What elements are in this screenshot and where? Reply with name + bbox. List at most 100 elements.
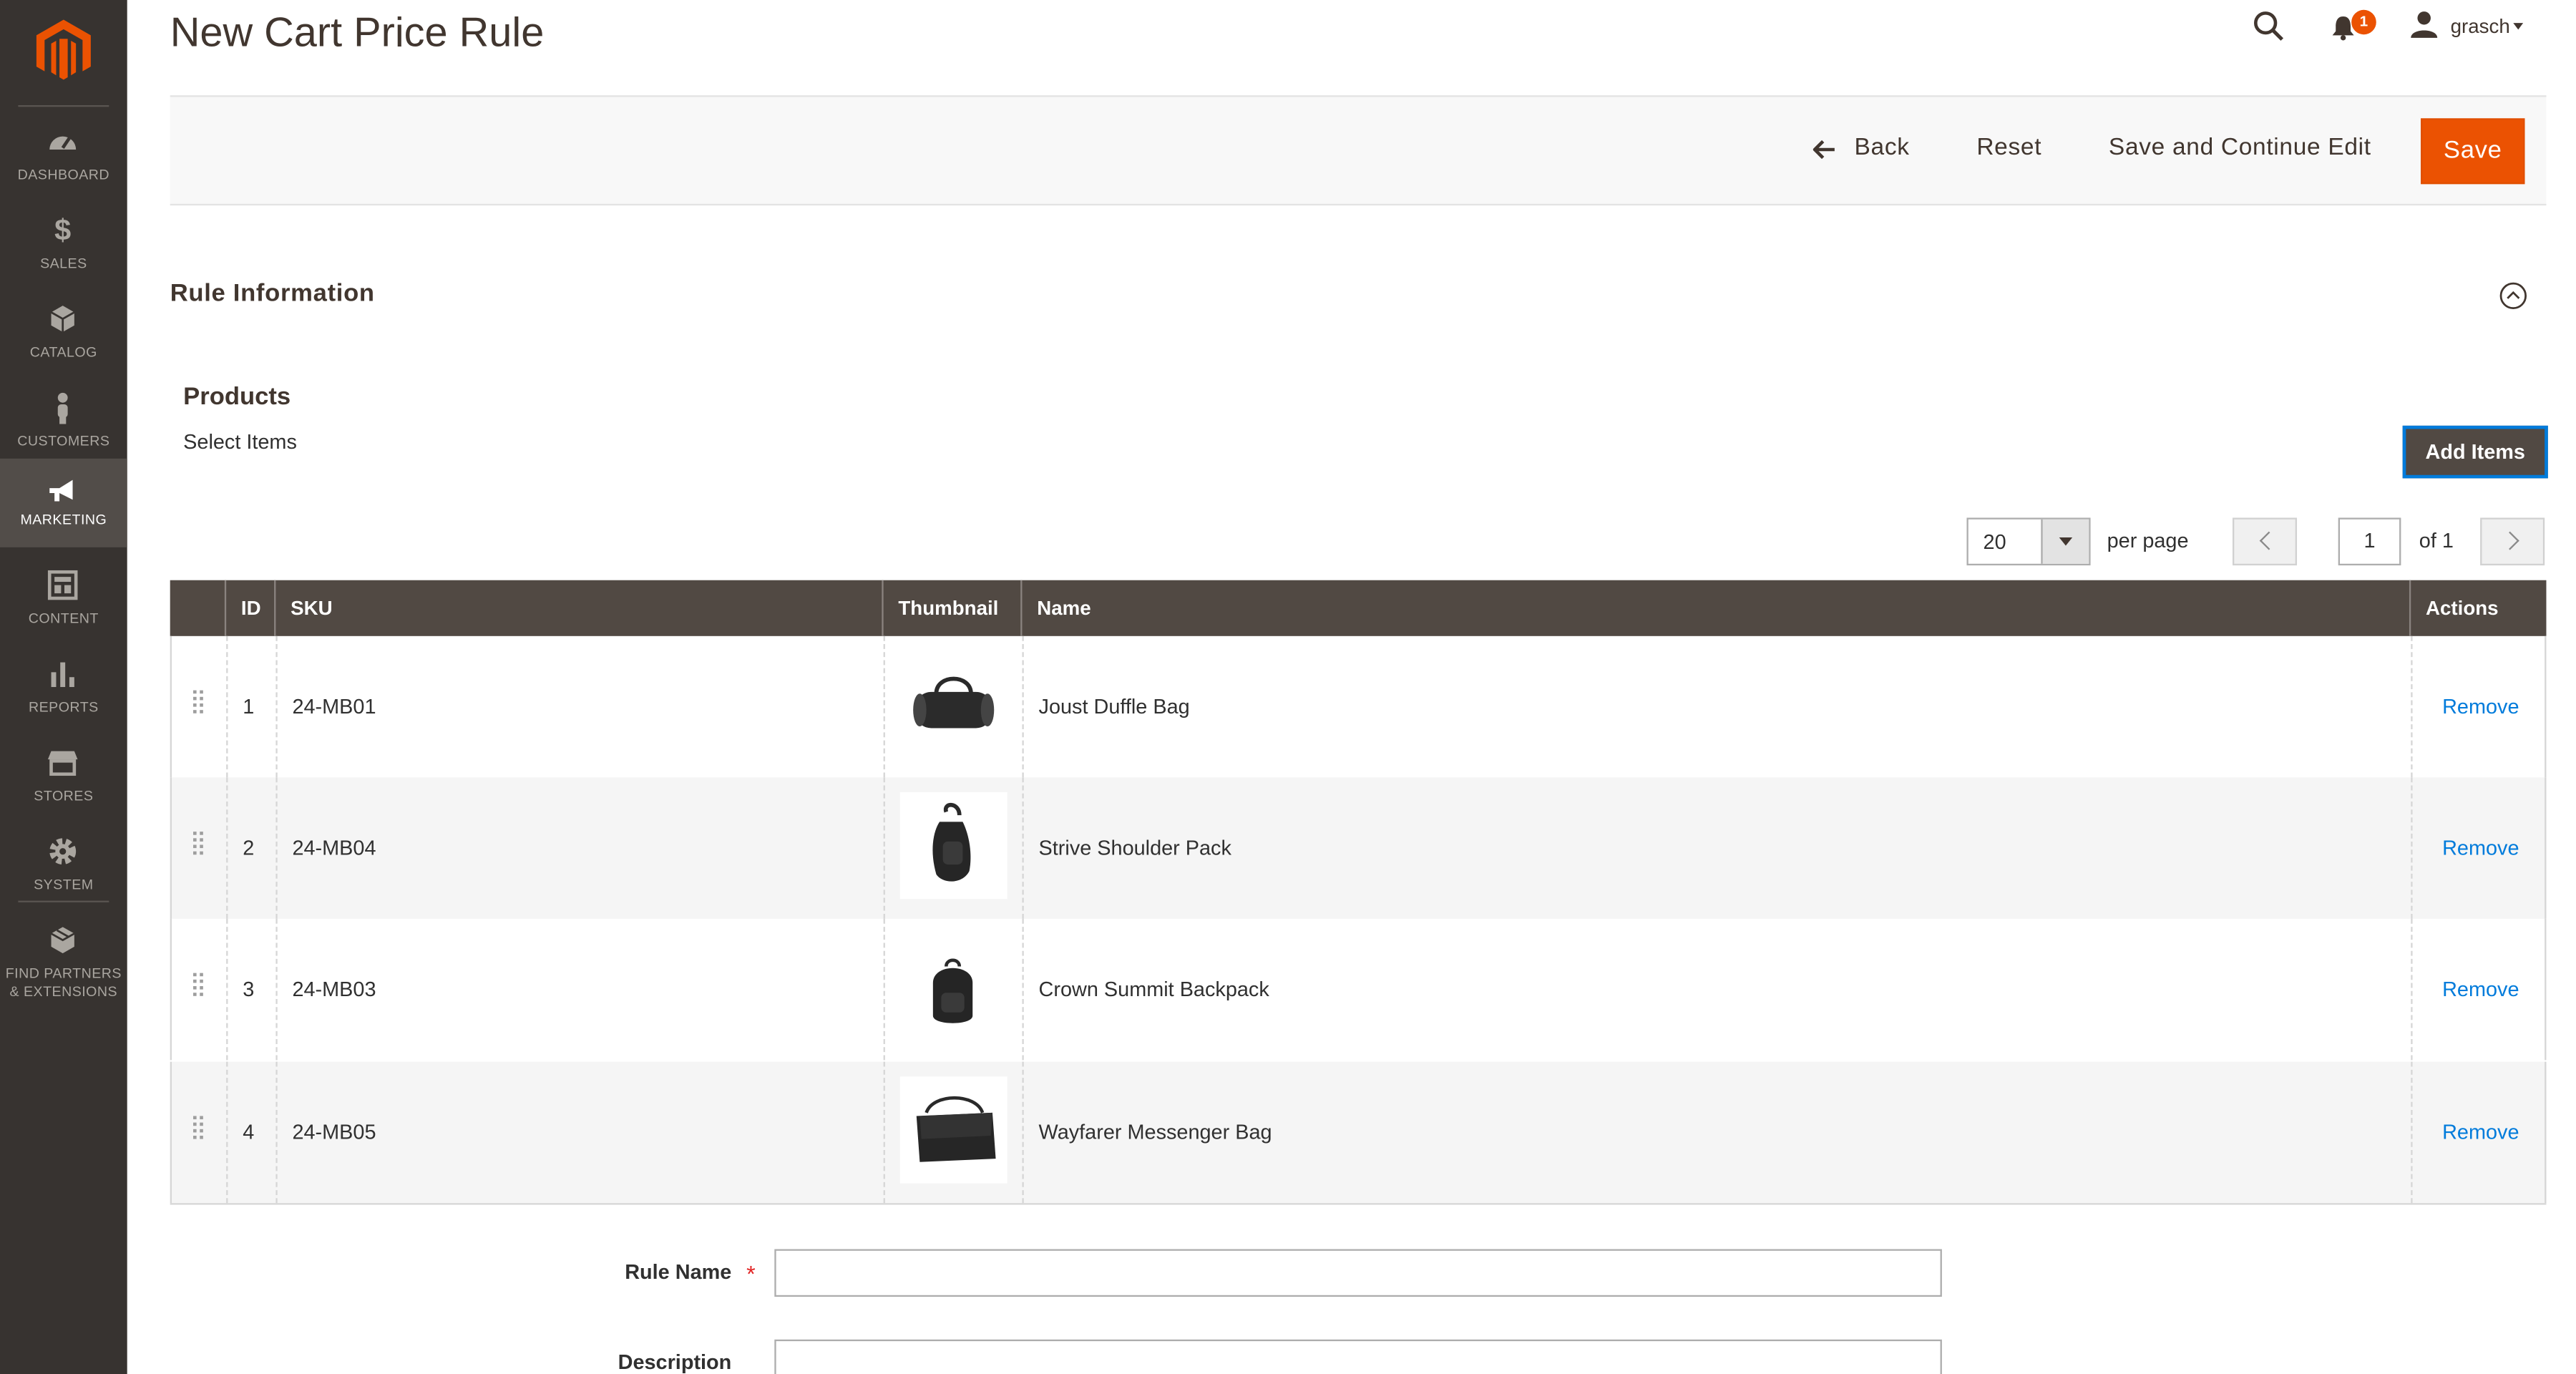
table-row: 1 24-MB01 Joust Duffle Bag Remove (170, 635, 2547, 778)
row-name: Joust Duffle Bag (1038, 695, 1190, 718)
back-button[interactable]: Back (1855, 135, 1910, 161)
column-header-sku[interactable]: SKU (291, 597, 332, 620)
sidebar-item-label: SYSTEM (34, 876, 94, 893)
column-header-name[interactable]: Name (1037, 597, 1091, 620)
row-sku: 24-MB03 (292, 978, 376, 1001)
user-menu[interactable]: grasch (2451, 15, 2510, 38)
row-id: 4 (243, 1121, 255, 1144)
shoulder-pack-image (899, 792, 1008, 900)
drag-handle-icon[interactable] (193, 832, 206, 858)
column-divider (1020, 580, 1023, 636)
rule-name-label: Rule Name (625, 1260, 732, 1284)
sidebar-item-label: CATALOG (29, 344, 97, 360)
sidebar-item-label: SALES (40, 254, 87, 271)
row-id: 2 (243, 837, 255, 860)
sidebar-item-sales[interactable]: $ SALES (0, 204, 127, 293)
column-divider (274, 580, 276, 636)
bar-chart-icon (51, 662, 74, 688)
layout-icon (47, 570, 78, 600)
row-name: Wayfarer Messenger Bag (1038, 1121, 1272, 1144)
dollar-icon: $ (54, 213, 72, 247)
sidebar-item-content[interactable]: CONTENT (0, 559, 127, 648)
grid-header: ID SKU Thumbnail Name Actions (170, 580, 2547, 636)
table-bottom-border (170, 1203, 2547, 1205)
column-divider (882, 580, 884, 636)
save-and-continue-button[interactable]: Save and Continue Edit (2109, 135, 2371, 161)
chevron-down-icon[interactable] (2513, 23, 2524, 30)
chevron-right-icon (2500, 531, 2519, 550)
sidebar-item-label: REPORTS (28, 698, 99, 716)
per-page-label: per page (2107, 529, 2189, 552)
description-label: Description (618, 1350, 732, 1374)
rule-name-input[interactable] (774, 1249, 1942, 1297)
admin-sidebar: DASHBOARD $ SALES CATALOG CUSTOMERS MARK… (0, 0, 127, 1374)
add-items-button[interactable]: Add Items (2402, 425, 2548, 479)
backpack-image (932, 958, 973, 1023)
per-page-dropdown-button[interactable] (2041, 519, 2089, 564)
row-sku: 24-MB05 (292, 1121, 376, 1144)
drag-handle-icon[interactable] (193, 973, 206, 1000)
sidebar-item-customers[interactable]: CUSTOMERS (0, 381, 127, 470)
row-sku: 24-MB04 (292, 837, 376, 860)
page-title: New Cart Price Rule (170, 9, 545, 57)
column-header-id[interactable]: ID (241, 597, 261, 620)
arrow-left-icon[interactable] (1813, 140, 1836, 160)
megaphone-icon (49, 479, 73, 502)
notification-badge[interactable]: 1 (2351, 9, 2376, 35)
column-divider (224, 580, 227, 636)
sidebar-item-dashboard[interactable]: DASHBOARD (0, 115, 127, 204)
gear-icon (49, 838, 77, 865)
dashboard-icon (49, 136, 77, 150)
select-items-label: Select Items (183, 430, 297, 454)
table-row: 4 24-MB05 Wayfarer Messenger Bag Remove (170, 1061, 2547, 1204)
chevron-down-icon (2059, 537, 2073, 546)
sidebar-divider (18, 104, 109, 107)
column-divider (2409, 580, 2411, 636)
sidebar-item-label: STORES (34, 787, 94, 804)
sidebar-item-label: CONTENT (28, 610, 99, 627)
section-title-rule-information[interactable]: Rule Information (170, 279, 375, 307)
search-icon[interactable] (2253, 10, 2285, 43)
page-number-input[interactable]: 1 (2338, 517, 2401, 566)
row-id: 1 (243, 695, 255, 718)
row-sku: 24-MB01 (292, 695, 376, 718)
sidebar-item-find-partners[interactable]: FIND PARTNERS & EXTENSIONS (0, 914, 127, 999)
description-textarea[interactable] (774, 1339, 1942, 1374)
user-icon[interactable] (2409, 10, 2439, 39)
reset-button[interactable]: Reset (1976, 135, 2041, 161)
table-row: 2 24-MB04 Strive Shoulder Pack Remove (170, 777, 2547, 919)
sidebar-item-reports[interactable]: REPORTS (0, 648, 127, 736)
table-row: 3 24-MB03 Crown Summit Backpack Remove (170, 918, 2547, 1061)
person-icon (57, 392, 68, 424)
sidebar-item-label-line2: & EXTENSIONS (9, 983, 118, 1000)
required-indicator: * (746, 1260, 756, 1287)
sidebar-divider (18, 900, 109, 902)
column-header-actions: Actions (2426, 596, 2499, 620)
column-header-thumbnail: Thumbnail (898, 596, 999, 620)
drag-handle-icon[interactable] (193, 690, 206, 717)
sidebar-item-stores[interactable]: STORES (0, 736, 127, 825)
per-page-value: 20 (1983, 530, 2006, 554)
remove-link[interactable]: Remove (2442, 978, 2519, 1001)
duffle-bag-image (913, 676, 995, 729)
sidebar-item-catalog[interactable]: CATALOG (0, 293, 127, 381)
row-id: 3 (243, 978, 255, 1001)
remove-link[interactable]: Remove (2442, 1121, 2519, 1144)
sidebar-item-marketing[interactable]: MARKETING (0, 458, 127, 547)
sidebar-item-label: CUSTOMERS (17, 432, 110, 449)
messenger-bag-image (899, 1076, 1008, 1184)
sidebar-item-label: FIND PARTNERS (5, 965, 122, 982)
next-page-button[interactable] (2480, 517, 2545, 566)
magento-logo-icon[interactable] (36, 19, 91, 82)
save-button[interactable]: Save (2421, 118, 2525, 185)
remove-link[interactable]: Remove (2442, 696, 2519, 718)
box-icon (50, 927, 75, 954)
previous-page-button[interactable] (2233, 517, 2298, 566)
row-name: Crown Summit Backpack (1038, 978, 1269, 1001)
sidebar-item-label: DASHBOARD (17, 165, 110, 182)
sidebar-item-label: MARKETING (20, 511, 107, 528)
drag-handle-icon[interactable] (193, 1116, 206, 1142)
collapse-section-icon[interactable] (2499, 281, 2529, 311)
remove-link[interactable]: Remove (2442, 837, 2519, 859)
per-page-select[interactable]: 20 (1966, 517, 2091, 566)
